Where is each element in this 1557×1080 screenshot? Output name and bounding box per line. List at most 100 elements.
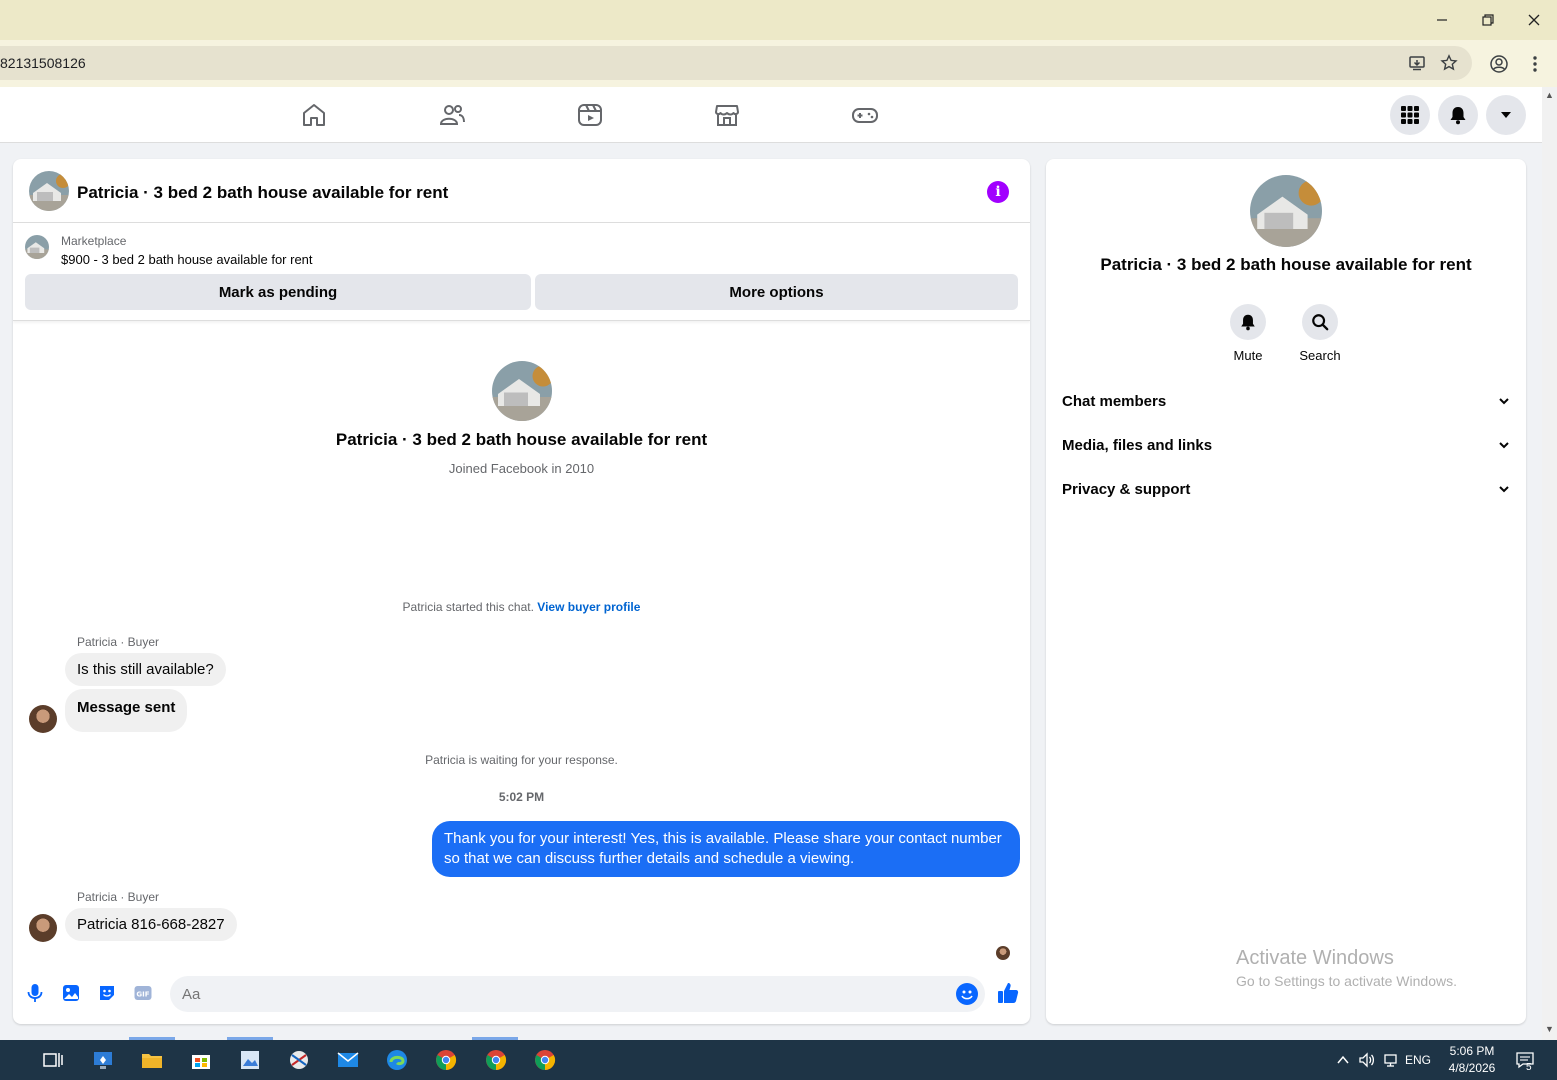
message-input[interactable] — [170, 976, 985, 1012]
marketplace-label: Marketplace — [61, 234, 127, 248]
incoming-message[interactable]: Patricia 816-668-2827 — [65, 908, 237, 941]
mute-label: Mute — [1233, 348, 1263, 363]
house-photo-icon — [492, 361, 552, 421]
photo-viewer-icon[interactable] — [238, 1048, 262, 1072]
omnibox[interactable]: 82131508126 — [0, 46, 1472, 80]
notification-center-icon[interactable] — [1515, 1051, 1535, 1069]
snipping-tool-icon[interactable] — [287, 1048, 311, 1072]
listing-thumbnail[interactable] — [25, 235, 49, 259]
scroll-down-icon[interactable]: ▼ — [1545, 1025, 1554, 1034]
marketplace-icon[interactable] — [713, 101, 741, 129]
info-icon[interactable]: i — [987, 181, 1009, 203]
menu-grid-button[interactable] — [1390, 95, 1430, 135]
mark-as-pending-button[interactable]: Mark as pending — [25, 274, 531, 310]
chevron-down-icon — [1499, 398, 1509, 405]
chat-avatar[interactable] — [29, 171, 69, 211]
video-icon[interactable] — [576, 101, 604, 129]
chat-members-section[interactable]: Chat members — [1062, 379, 1510, 423]
language-indicator[interactable]: ENG — [1405, 1053, 1431, 1067]
friends-icon[interactable] — [438, 101, 466, 129]
chevron-up-icon[interactable] — [1336, 1054, 1350, 1066]
svg-text:GIF: GIF — [136, 991, 149, 999]
task-view-icon[interactable] — [41, 1048, 65, 1072]
more-options-button[interactable]: More options — [535, 274, 1018, 310]
page-scrollbar[interactable]: ▲ ▼ — [1542, 87, 1557, 1040]
outgoing-message[interactable]: Thank you for your interest! Yes, this i… — [432, 821, 1020, 877]
restore-icon[interactable] — [1465, 0, 1511, 40]
close-icon[interactable] — [1511, 0, 1557, 40]
this-pc-icon[interactable] — [91, 1048, 115, 1072]
buyer-avatar[interactable] — [29, 705, 57, 733]
active-indicator — [129, 1037, 175, 1040]
browser-menu-icon[interactable] — [1526, 54, 1544, 74]
windows-taskbar: ENG 5:06 PM 4/8/2026 5 — [0, 1040, 1557, 1080]
house-photo-icon — [25, 235, 49, 259]
scroll-up-icon[interactable]: ▲ — [1545, 91, 1554, 100]
media-files-links-section[interactable]: Media, files and links — [1062, 423, 1510, 467]
marketplace-listing-bar: Marketplace $900 - 3 bed 2 bath house av… — [13, 223, 1030, 321]
notification-count-badge: 5 — [1526, 1062, 1532, 1073]
section-label: Media, files and links — [1062, 436, 1213, 454]
message-timestamp: 5:02 PM — [498, 790, 545, 804]
emoji-icon[interactable] — [956, 983, 978, 1005]
install-app-icon[interactable] — [1408, 54, 1426, 72]
chrome-icon[interactable] — [533, 1048, 557, 1072]
chevron-down-icon — [1499, 442, 1509, 449]
sender-label: Patricia · Buyer — [77, 890, 160, 904]
chrome-icon[interactable] — [434, 1048, 458, 1072]
clock-date[interactable]: 4/8/2026 — [1440, 1061, 1504, 1075]
gif-icon[interactable]: GIF — [133, 983, 153, 1003]
chat-title: Patricia · 3 bed 2 bath house available … — [77, 183, 449, 202]
address-bar-row: 82131508126 — [0, 40, 1557, 87]
house-photo-icon — [1250, 175, 1322, 247]
incoming-message[interactable]: Is this still available? — [65, 653, 226, 686]
incoming-message[interactable]: Message sent — [65, 689, 188, 732]
bookmark-star-icon[interactable] — [1440, 54, 1458, 72]
photo-icon[interactable] — [61, 983, 81, 1003]
profile-name: Patricia · 3 bed 2 bath house available … — [335, 430, 708, 449]
mail-icon[interactable] — [336, 1048, 360, 1072]
view-buyer-profile-link[interactable]: View buyer profile — [537, 600, 640, 614]
sticker-icon[interactable] — [97, 983, 117, 1003]
listing-title[interactable]: $900 - 3 bed 2 bath house available for … — [61, 252, 313, 267]
waiting-notice: Patricia is waiting for your response. — [425, 753, 618, 767]
chrome-icon[interactable] — [484, 1048, 508, 1072]
search-label: Search — [1299, 348, 1341, 363]
thumbs-up-icon[interactable] — [996, 981, 1020, 1005]
grid-icon — [1401, 106, 1419, 124]
clock-time[interactable]: 5:06 PM — [1440, 1044, 1504, 1058]
house-photo-icon — [29, 171, 69, 211]
profile-avatar[interactable] — [492, 361, 552, 421]
info-avatar[interactable] — [1250, 175, 1322, 247]
microphone-icon[interactable] — [25, 983, 45, 1003]
notifications-button[interactable] — [1438, 95, 1478, 135]
chat-panel: Patricia · 3 bed 2 bath house available … — [13, 159, 1030, 1024]
profile-icon[interactable] — [1489, 54, 1509, 74]
home-icon[interactable] — [300, 101, 328, 129]
network-icon[interactable] — [1383, 1052, 1401, 1068]
volume-icon[interactable] — [1358, 1052, 1376, 1068]
file-explorer-icon[interactable] — [140, 1048, 164, 1072]
chat-started-notice: Patricia started this chat. View buyer p… — [13, 600, 1030, 614]
search-button[interactable]: Search — [1280, 304, 1360, 363]
url-text[interactable]: 82131508126 — [0, 55, 86, 71]
account-button[interactable] — [1486, 95, 1526, 135]
read-receipt-avatar — [996, 946, 1010, 960]
buyer-avatar[interactable] — [29, 914, 57, 942]
info-title: Patricia · 3 bed 2 bath house available … — [1100, 255, 1472, 274]
mute-button[interactable]: Mute — [1208, 304, 1288, 363]
bell-icon — [1241, 314, 1255, 331]
chat-header: Patricia · 3 bed 2 bath house available … — [13, 159, 1030, 223]
edge-icon[interactable] — [385, 1048, 409, 1072]
microsoft-store-icon[interactable] — [189, 1048, 213, 1072]
activate-windows-subtitle: Go to Settings to activate Windows. — [1236, 973, 1457, 989]
section-label: Privacy & support — [1062, 480, 1191, 498]
chevron-down-icon — [1499, 486, 1509, 493]
sender-label: Patricia · Buyer — [77, 635, 160, 649]
privacy-support-section[interactable]: Privacy & support — [1062, 467, 1510, 511]
joined-text: Joined Facebook in 2010 — [448, 461, 595, 476]
gaming-icon[interactable] — [851, 101, 879, 129]
search-icon — [1312, 314, 1329, 331]
browser-title-bar — [0, 0, 1557, 40]
minimize-icon[interactable] — [1419, 0, 1465, 40]
